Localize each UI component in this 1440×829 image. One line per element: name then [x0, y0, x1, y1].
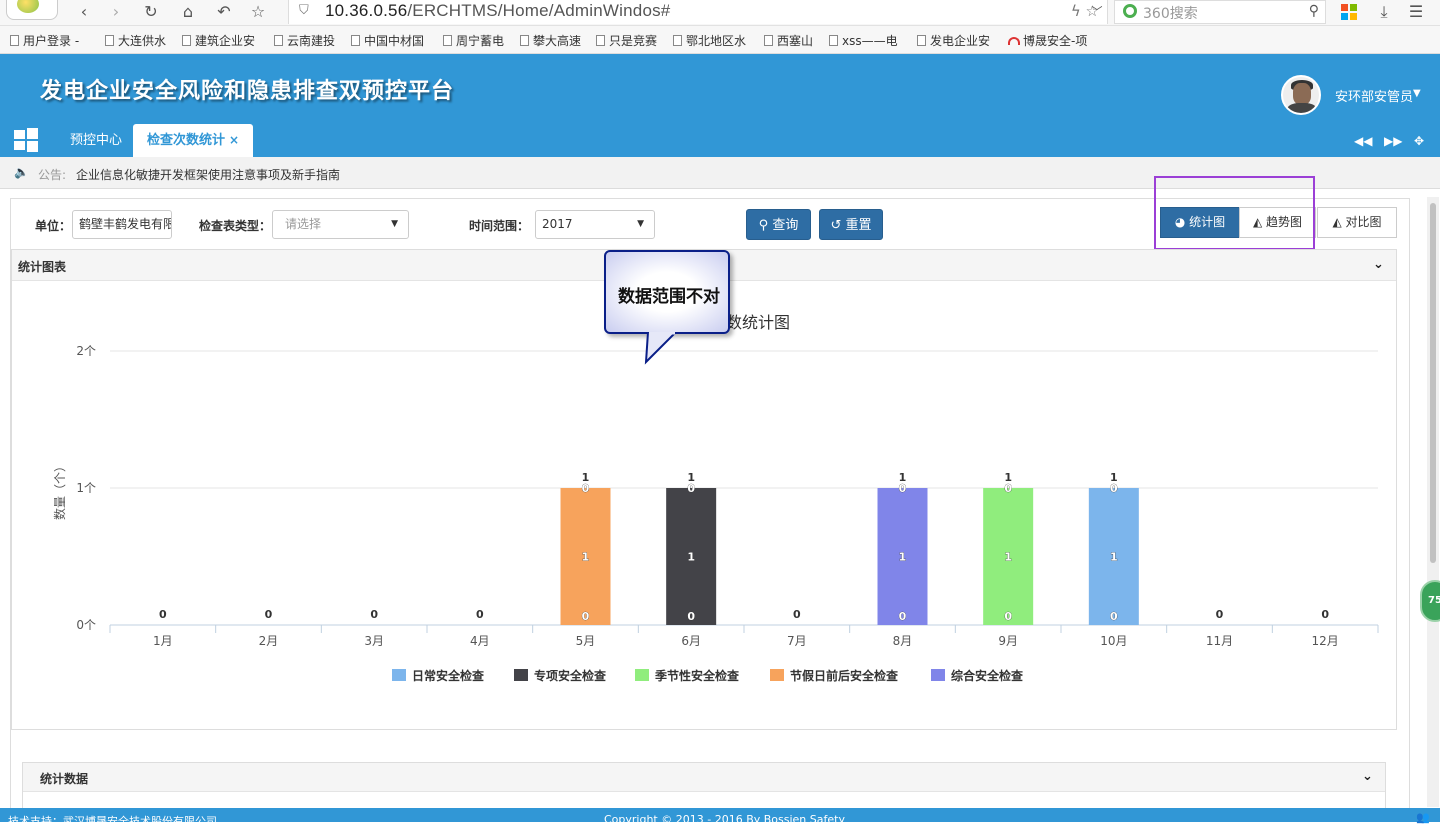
chevron-down-icon[interactable]: ⌄ — [1362, 769, 1373, 784]
callout-text: 数据范围不对 — [618, 287, 720, 307]
data-label: 0 — [1110, 610, 1118, 623]
legend-swatch — [635, 669, 649, 681]
callout-tail — [644, 332, 678, 365]
chart-title: 数统计图 — [726, 313, 790, 332]
legend-swatch — [392, 669, 406, 681]
y-axis-label: 数量（个） — [52, 460, 67, 520]
legend-item: 综合安全检查 — [951, 668, 1024, 683]
x-tick-label: 3月 — [364, 634, 384, 648]
data-label: 0 — [265, 608, 273, 621]
data-label: 0 — [687, 482, 695, 495]
bar-chart: 数统计图 0个 1个 2个数量（个） 1月 0 2月 0 3月 0 4月 0 5月 1 0 1 0 6月 1 0 1 0 7… — [52, 313, 1379, 683]
data-label: 0 — [687, 610, 695, 623]
data-label: 1 — [1004, 551, 1012, 564]
data-label: 0 — [582, 482, 590, 495]
x-tick-label: 1月 — [153, 634, 173, 648]
y-tick-label: 2个 — [76, 344, 96, 358]
legend-item: 季节性安全检查 — [654, 668, 740, 683]
data-label: 1 — [1110, 551, 1118, 564]
data-label: 0 — [582, 610, 590, 623]
x-tick-label: 10月 — [1100, 634, 1127, 648]
footer: 技术支持：武汉博晟安全技术股份有限公司 Copyright © 2013 - 2… — [0, 808, 1440, 828]
x-tick-label: 6月 — [681, 634, 701, 648]
vertical-scrollbar[interactable] — [1427, 197, 1439, 807]
x-tick-label: 12月 — [1312, 634, 1339, 648]
x-tick-label: 9月 — [998, 634, 1018, 648]
footer-copyright: Copyright © 2013 - 2016 By Bossien Safet… — [604, 813, 845, 826]
data-label: 0 — [1004, 610, 1012, 623]
x-tick-label: 8月 — [893, 634, 913, 648]
callout-annotation: 数据范围不对 — [604, 250, 730, 334]
data-label: 1 — [582, 551, 590, 564]
data-label: 1 — [687, 551, 695, 564]
legend-item: 日常安全检查 — [412, 668, 485, 683]
scroll-thumb[interactable] — [1430, 203, 1436, 563]
legend-item: 专项安全检查 — [534, 668, 607, 683]
data-label: 0 — [899, 482, 907, 495]
data-label: 0 — [1110, 482, 1118, 495]
legend-swatch — [514, 669, 528, 681]
data-label: 0 — [370, 608, 378, 621]
floating-badge-icon[interactable]: 75 — [1420, 580, 1440, 622]
data-label: 0 — [1004, 482, 1012, 495]
x-tick-label: 4月 — [470, 634, 490, 648]
legend-swatch — [770, 669, 784, 681]
x-tick-label: 2月 — [259, 634, 279, 648]
data-label: 0 — [793, 608, 801, 621]
y-tick-label: 0个 — [76, 618, 96, 632]
crowd-icon: 👥 — [1416, 811, 1430, 824]
legend-item: 节假日前后安全检查 — [790, 668, 899, 683]
data-label: 0 — [1321, 608, 1329, 621]
data-label: 0 — [1216, 608, 1224, 621]
legend-swatch — [931, 669, 945, 681]
data-label: 0 — [899, 610, 907, 623]
x-tick-label: 5月 — [576, 634, 596, 648]
x-tick-label: 11月 — [1206, 634, 1233, 648]
x-tick-label: 7月 — [787, 634, 807, 648]
y-tick-label: 1个 — [76, 481, 96, 495]
data-panel-header[interactable]: 统计数据 ⌄ — [23, 763, 1385, 792]
data-label: 1 — [899, 551, 907, 564]
data-panel-title: 统计数据 — [40, 772, 89, 786]
data-label: 0 — [476, 608, 484, 621]
data-label: 0 — [159, 608, 167, 621]
footer-support: 技术支持：武汉博晟安全技术股份有限公司 — [8, 815, 217, 828]
